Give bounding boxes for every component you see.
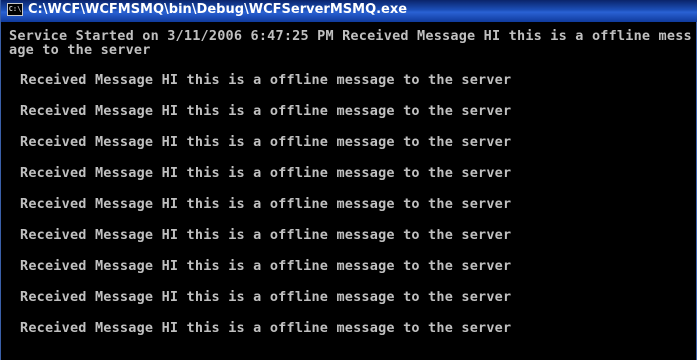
console-window: C:\ C:\WCF\WCFMSMQ\bin\Debug\WCFServerMS… [0,0,697,360]
title-bar[interactable]: C:\ C:\WCF\WCFMSMQ\bin\Debug\WCFServerMS… [1,0,697,22]
console-icon[interactable]: C:\ [7,3,23,16]
console-line: Received Message HI this is a offline me… [20,196,512,212]
console-line: Received Message HI this is a offline me… [20,72,512,88]
window-title: C:\WCF\WCFMSMQ\bin\Debug\WCFServerMSMQ.e… [28,2,408,17]
console-line: Received Message HI this is a offline me… [20,103,512,119]
service-started-line: Service Started on 3/11/2006 6:47:25 PM … [9,28,692,58]
console-line: Received Message HI this is a offline me… [20,227,512,243]
console-output[interactable]: Service Started on 3/11/2006 6:47:25 PM … [1,22,696,360]
console-line: Received Message HI this is a offline me… [20,165,512,181]
console-line: Received Message HI this is a offline me… [20,320,512,336]
console-line: Received Message HI this is a offline me… [20,289,512,305]
console-line: Received Message HI this is a offline me… [20,134,512,150]
console-line: Received Message HI this is a offline me… [20,258,512,274]
